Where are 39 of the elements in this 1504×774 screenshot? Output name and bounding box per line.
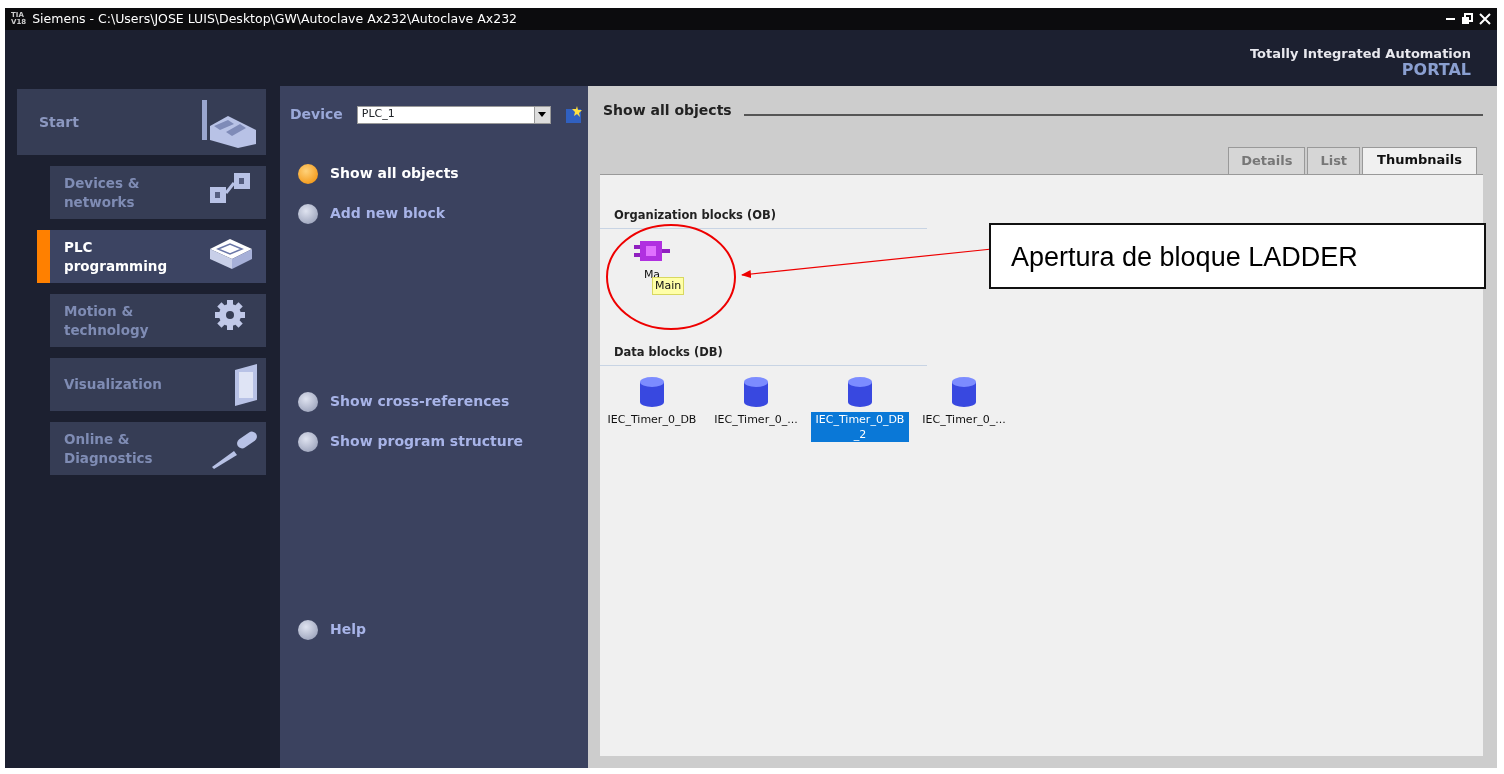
portal-nav-item[interactable]: Devices & networks xyxy=(50,166,266,219)
portal-nav-item[interactable]: Visualization xyxy=(50,358,266,411)
task-link[interactable]: Add new block xyxy=(298,203,588,224)
view-tab[interactable]: Details xyxy=(1228,147,1306,174)
task-link[interactable]: Show all objects xyxy=(298,163,588,184)
brand-text: Totally Integrated Automation xyxy=(1249,46,1471,61)
view-tab[interactable]: Thumbnails xyxy=(1362,147,1477,174)
device-dropdown[interactable]: PLC_1 xyxy=(356,105,551,124)
database-icon[interactable] xyxy=(639,376,665,408)
panel-icon xyxy=(234,362,258,407)
group-heading: Organization blocks (OB) xyxy=(600,204,927,229)
group-heading: Data blocks (DB) xyxy=(600,341,927,366)
section-title: Show all objects xyxy=(603,101,732,120)
brand-text: PORTAL xyxy=(1400,61,1471,78)
database-icon[interactable] xyxy=(951,376,977,408)
portal-nav-item[interactable]: Motion & technology xyxy=(50,294,266,347)
caret-icon xyxy=(538,111,547,118)
callout-text: Apertura de bloque LADDER xyxy=(989,223,1486,289)
view-tab[interactable]: List xyxy=(1307,147,1361,174)
database-icon[interactable] xyxy=(847,376,873,408)
block-label[interactable]: IEC_Timer_0_DB xyxy=(605,412,699,427)
task-link[interactable]: Help xyxy=(298,619,588,640)
block-label[interactable]: IEC_Timer_0_... xyxy=(920,412,1008,427)
portal-nav-item[interactable]: Online & Diagnostics xyxy=(50,422,266,475)
minimize-icon xyxy=(1446,18,1455,20)
task-link[interactable]: Show cross-references xyxy=(298,391,588,412)
portal-nav-item[interactable]: PLC programming xyxy=(50,230,266,283)
database-icon[interactable] xyxy=(743,376,769,408)
start-button[interactable]: Start xyxy=(17,89,266,155)
block-label[interactable]: IEC_Timer_0_... xyxy=(712,412,800,427)
device-label: Device xyxy=(290,105,343,124)
properties-icon[interactable] xyxy=(564,105,583,124)
restore-icon xyxy=(1461,13,1473,25)
block-label[interactable]: IEC_Timer_0_DB _2 xyxy=(811,412,909,442)
window-title: Siemens - C:\Users\JOSE LUIS\Desktop\GW\Autoclave Ax232\Autoclave Ax232 xyxy=(32,9,518,28)
block-icon[interactable] xyxy=(634,238,670,263)
close-icon xyxy=(1479,13,1491,25)
tooltip: Main xyxy=(652,276,685,296)
task-link[interactable]: Show program structure xyxy=(298,431,588,452)
